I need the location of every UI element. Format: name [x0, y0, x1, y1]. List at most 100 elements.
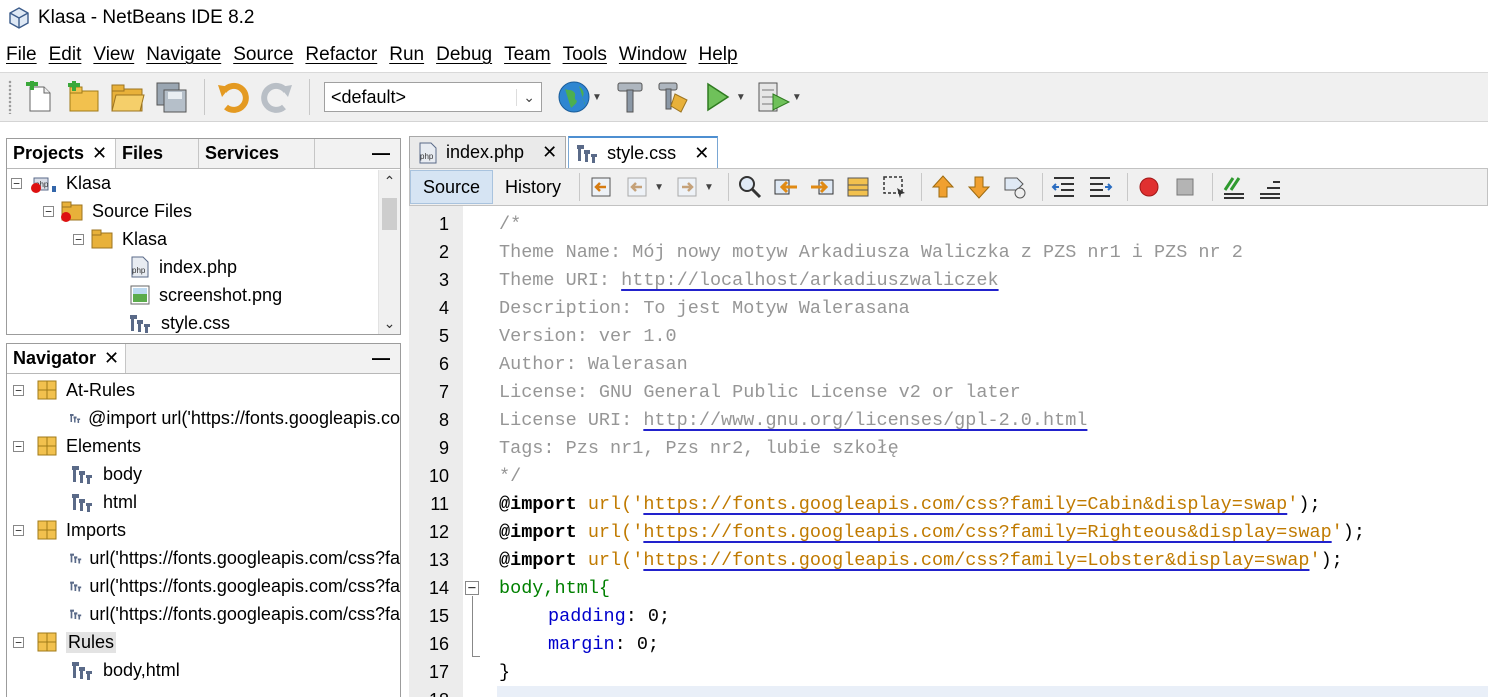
save-all-button[interactable]: [152, 77, 192, 117]
fold-collapse-icon[interactable]: −: [465, 581, 479, 595]
tab-services[interactable]: Services: [199, 139, 315, 168]
chevron-down-icon[interactable]: ▼: [704, 182, 714, 193]
nav-group-rules[interactable]: − Rules: [7, 628, 400, 656]
nav-group-elements[interactable]: − Elements: [7, 432, 400, 460]
minimize-button[interactable]: —: [362, 139, 400, 168]
editor-tab-style-css[interactable]: style.css ✕: [568, 136, 719, 168]
browser-button[interactable]: [554, 77, 594, 117]
find-previous-button[interactable]: [771, 172, 801, 202]
shift-right-button[interactable]: [1085, 172, 1115, 202]
undo-button[interactable]: [213, 77, 253, 117]
menu-file[interactable]: File: [0, 44, 43, 66]
nav-item-import[interactable]: @import url('https://fonts.googleapis.co: [7, 404, 400, 432]
tree-node-source-files[interactable]: − Source Files: [7, 197, 400, 225]
menu-edit[interactable]: Edit: [43, 44, 88, 66]
scroll-up-icon[interactable]: ⌃: [379, 170, 400, 192]
collapse-icon[interactable]: −: [13, 636, 24, 648]
run-button[interactable]: [698, 77, 738, 117]
import-url[interactable]: https://fonts.googleapis.com/css?family=…: [643, 494, 1287, 515]
source-view-button[interactable]: Source: [410, 170, 494, 204]
nav-group-imports[interactable]: − Imports: [7, 516, 400, 544]
menu-navigate[interactable]: Navigate: [140, 44, 227, 66]
toolbar-grip[interactable]: [8, 80, 12, 114]
menu-help[interactable]: Help: [693, 44, 744, 66]
clean-build-button[interactable]: [654, 77, 694, 117]
collapse-icon[interactable]: −: [73, 233, 84, 245]
build-button[interactable]: [610, 77, 650, 117]
stop-macro-button[interactable]: [1170, 172, 1200, 202]
collapse-icon[interactable]: −: [13, 524, 24, 536]
previous-bookmark-button[interactable]: [928, 172, 958, 202]
history-view-button[interactable]: History: [493, 170, 573, 204]
code-line: 10 */: [409, 462, 1488, 490]
close-icon[interactable]: ✕: [694, 143, 709, 164]
uncomment-button[interactable]: [1255, 172, 1285, 202]
rectangular-selection-button[interactable]: [879, 172, 909, 202]
nav-item-body[interactable]: body: [7, 460, 400, 488]
redo-button[interactable]: [257, 77, 297, 117]
new-project-button[interactable]: [64, 77, 104, 117]
menu-window[interactable]: Window: [613, 44, 693, 66]
open-project-button[interactable]: [108, 77, 148, 117]
nav-group-at-rules[interactable]: − At-Rules: [7, 376, 400, 404]
find-button[interactable]: [735, 172, 765, 202]
close-icon[interactable]: ✕: [542, 142, 557, 163]
chevron-down-icon[interactable]: ▼: [592, 92, 602, 103]
tree-node-folder[interactable]: − Klasa: [7, 225, 400, 253]
close-icon[interactable]: ✕: [104, 348, 119, 369]
chevron-down-icon[interactable]: ▼: [736, 92, 746, 103]
editor-toolbar: Source History ▼ ▼: [409, 168, 1488, 206]
nav-item-html[interactable]: html: [7, 488, 400, 516]
shift-left-button[interactable]: [1049, 172, 1079, 202]
chevron-down-icon[interactable]: ▼: [792, 92, 802, 103]
collapse-icon[interactable]: −: [13, 440, 24, 452]
collapse-icon[interactable]: −: [43, 205, 54, 217]
configuration-select[interactable]: <default> ⌄: [324, 82, 542, 112]
code-editor[interactable]: 1 /* 2 Theme Name: Mój nowy motyw Arkadius…: [409, 206, 1488, 697]
collapse-icon[interactable]: −: [11, 177, 22, 189]
back-button[interactable]: [622, 172, 652, 202]
last-edit-button[interactable]: [586, 172, 616, 202]
scrollbar-thumb[interactable]: [382, 198, 397, 230]
minimize-button[interactable]: —: [362, 344, 400, 373]
toggle-bookmark-button[interactable]: [1000, 172, 1030, 202]
tab-projects[interactable]: Projects ✕: [7, 139, 116, 168]
menu-source[interactable]: Source: [227, 44, 299, 66]
tab-navigator[interactable]: Navigator ✕: [7, 344, 126, 373]
tree-node-project[interactable]: − php Klasa: [7, 169, 400, 197]
nav-item-url[interactable]: url('https://fonts.googleapis.com/css?fa: [7, 572, 400, 600]
new-file-button[interactable]: [20, 77, 60, 117]
code-line: 9 Tags: Pzs nr1, Pzs nr2, lubie szkołę: [409, 434, 1488, 462]
comment-link[interactable]: http://www.gnu.org/licenses/gpl-2.0.html: [643, 410, 1087, 431]
menu-refactor[interactable]: Refactor: [299, 44, 383, 66]
debug-button[interactable]: [754, 77, 794, 117]
tree-node-style-css[interactable]: style.css: [7, 309, 400, 337]
quote: ': [1331, 521, 1343, 543]
close-icon[interactable]: ✕: [92, 143, 107, 164]
chevron-down-icon[interactable]: ▼: [654, 182, 664, 193]
tree-node-screenshot-png[interactable]: screenshot.png: [7, 281, 400, 309]
comment-link[interactable]: http://localhost/arkadiuszwaliczek: [621, 270, 998, 291]
nav-item-url[interactable]: url('https://fonts.googleapis.com/css?fa: [7, 600, 400, 628]
editor-tab-index-php[interactable]: php index.php ✕: [409, 136, 567, 168]
menu-run[interactable]: Run: [383, 44, 430, 66]
tab-files[interactable]: Files: [116, 139, 199, 168]
nav-item-body-html[interactable]: body,html: [7, 656, 400, 684]
menu-debug[interactable]: Debug: [430, 44, 498, 66]
next-bookmark-button[interactable]: [964, 172, 994, 202]
scroll-down-icon[interactable]: ⌄: [379, 312, 400, 334]
import-url[interactable]: https://fonts.googleapis.com/css?family=…: [643, 550, 1309, 571]
forward-button[interactable]: [672, 172, 702, 202]
start-macro-button[interactable]: [1134, 172, 1164, 202]
projects-scrollbar[interactable]: ⌃ ⌄: [378, 170, 400, 334]
menu-team[interactable]: Team: [498, 44, 556, 66]
comment-button[interactable]: [1219, 172, 1249, 202]
import-url[interactable]: https://fonts.googleapis.com/css?family=…: [643, 522, 1331, 543]
toggle-highlight-button[interactable]: [843, 172, 873, 202]
nav-item-url[interactable]: url('https://fonts.googleapis.com/css?fa: [7, 544, 400, 572]
menu-view[interactable]: View: [87, 44, 140, 66]
menu-tools[interactable]: Tools: [557, 44, 613, 66]
collapse-icon[interactable]: −: [13, 384, 24, 396]
find-next-button[interactable]: [807, 172, 837, 202]
tree-node-index-php[interactable]: php index.php: [7, 253, 400, 281]
